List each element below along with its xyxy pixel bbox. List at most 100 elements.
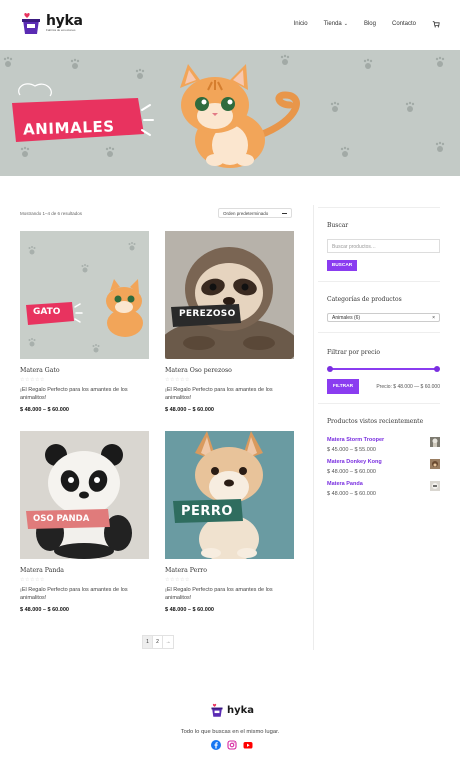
site-logo[interactable]: hyka Fabrica de emociones <box>20 10 83 36</box>
product-image[interactable]: PERRO <box>165 431 294 559</box>
price-filter-title: Filtrar por precio <box>327 349 381 356</box>
price-slider-max-handle[interactable] <box>434 366 440 372</box>
sidebar-separator <box>318 332 440 333</box>
product-image[interactable]: GATO <box>20 231 149 359</box>
recent-product-price: $ 48.000 – $ 60.000 <box>327 491 376 497</box>
search-widget-title: Buscar <box>327 222 349 229</box>
product-card-perro: PERRO Matera Perro ☆☆☆☆☆ ¡El Regalo Perf… <box>165 431 295 613</box>
logo-icon <box>22 12 40 34</box>
recent-product-name[interactable]: Matera Storm Trooper <box>327 437 440 443</box>
recent-product-item[interactable]: Matera Storm Trooper $ 45.000 – $ 55.000 <box>327 437 440 459</box>
page-2[interactable]: 2 <box>153 636 163 648</box>
panda-illustration <box>26 444 132 559</box>
footer-logo[interactable]: hyka <box>210 702 254 718</box>
sidebar-separator <box>318 207 440 208</box>
product-description: ¡El Regalo Perfecto para los amantes de … <box>20 587 128 602</box>
product-image[interactable]: PEREZOSO <box>165 231 294 359</box>
categories-widget: Categorías de productos Animales (6) × <box>327 296 440 322</box>
star-rating: ☆☆☆☆☆ <box>165 377 190 383</box>
clear-icon[interactable]: × <box>432 315 435 321</box>
recent-product-name[interactable]: Matera Donkey Kong <box>327 459 440 465</box>
recent-product-thumbnail[interactable] <box>430 459 440 469</box>
product-price: $ 48.000 – $ 60.000 <box>165 606 214 613</box>
recent-products-widget: Productos vistos recientemente Matera St… <box>327 418 440 503</box>
sidebar-separator <box>318 403 440 404</box>
results-count: Mostrando 1–4 de 6 resultados <box>20 211 83 216</box>
price-slider[interactable] <box>327 366 440 372</box>
search-widget: Buscar Buscar productos… BUSCAR <box>327 222 440 271</box>
product-image-label: PEREZOSO <box>179 309 236 319</box>
recent-product-thumbnail[interactable] <box>430 481 440 491</box>
product-price: $ 48.000 – $ 60.000 <box>20 406 69 413</box>
logo-icon <box>211 703 223 717</box>
brand-tagline: Fabrica de emociones <box>46 28 76 32</box>
product-description: ¡El Regalo Perfecto para los amantes de … <box>20 387 128 402</box>
cat-illustration <box>26 242 143 353</box>
nav-item-inicio[interactable]: Inicio <box>294 21 308 27</box>
star-rating: ☆☆☆☆☆ <box>20 577 45 583</box>
product-image-label: OSO PANDA <box>33 514 90 524</box>
nav-item-tienda[interactable]: Tienda ⌄ <box>324 21 348 27</box>
product-image-label: PERRO <box>181 504 233 519</box>
star-rating: ☆☆☆☆☆ <box>20 377 45 383</box>
dropdown-icon <box>282 212 287 214</box>
product-image-label: GATO <box>33 307 61 317</box>
product-description: ¡El Regalo Perfecto para los amantes de … <box>165 387 273 402</box>
product-title[interactable]: Matera Oso perezoso <box>165 367 295 374</box>
instagram-icon[interactable] <box>227 740 237 750</box>
product-price: $ 48.000 – $ 60.000 <box>20 606 69 613</box>
filter-button[interactable]: FILTRAR <box>327 379 359 394</box>
nav-item-contacto[interactable]: Contacto <box>392 21 416 27</box>
recent-product-thumbnail[interactable] <box>430 437 440 447</box>
star-rating: ☆☆☆☆☆ <box>165 577 190 583</box>
product-image[interactable]: OSO PANDA <box>20 431 149 559</box>
price-filter-widget: Filtrar por precio FILTRAR Precio: $ 48.… <box>327 349 440 394</box>
product-card-panda: OSO PANDA Matera Panda ☆☆☆☆☆ ¡El Regalo … <box>20 431 150 613</box>
sidebar-separator <box>318 281 440 282</box>
footer-social-links <box>211 740 253 750</box>
brand-name: hyka <box>46 13 83 29</box>
category-banner: ANIMALES <box>0 50 460 176</box>
recent-product-item[interactable]: Matera Panda $ 48.000 – $ 60.000 <box>327 481 440 503</box>
ordering-label: Orden predeterminado <box>223 210 269 216</box>
sidebar-divider <box>313 205 314 650</box>
site-header: hyka Fabrica de emociones Inicio Tienda ⌄… <box>0 0 460 50</box>
search-input[interactable]: Buscar productos… <box>327 239 440 253</box>
pagination: 1 2 → <box>142 635 174 649</box>
recent-product-item[interactable]: Matera Donkey Kong $ 48.000 – $ 60.000 <box>327 459 440 481</box>
swirl-decoration <box>18 83 52 97</box>
recent-product-price: $ 48.000 – $ 60.000 <box>327 469 376 475</box>
product-card-perezoso: PEREZOSO Matera Oso perezoso ☆☆☆☆☆ ¡El R… <box>165 231 295 413</box>
product-price: $ 48.000 – $ 60.000 <box>165 406 214 413</box>
search-button[interactable]: BUSCAR <box>327 260 357 271</box>
next-page-arrow-icon[interactable]: → <box>163 636 173 648</box>
price-slider-min-handle[interactable] <box>327 366 333 372</box>
price-range-label: Precio: $ 48.000 — $ 60.000 <box>376 383 440 390</box>
facebook-icon[interactable] <box>211 740 221 750</box>
recent-products-title: Productos vistos recientemente <box>327 418 424 425</box>
product-title[interactable]: Matera Gato <box>20 367 150 374</box>
cart-icon[interactable] <box>432 20 440 28</box>
footer-brand-name: hyka <box>227 704 255 716</box>
nav-item-tienda-label: Tienda <box>323 21 342 27</box>
sloth-illustration <box>165 247 294 359</box>
product-description: ¡El Regalo Perfecto para los amantes de … <box>165 587 273 602</box>
product-title[interactable]: Matera Perro <box>165 567 295 574</box>
banner-title: ANIMALES <box>22 117 115 139</box>
recent-product-name[interactable]: Matera Panda <box>327 481 440 487</box>
cat-illustration <box>180 64 300 168</box>
price-slider-track <box>329 368 438 370</box>
main-nav: Inicio Tienda ⌄ Blog Contacto <box>294 20 440 28</box>
dog-illustration <box>165 431 294 559</box>
footer-tagline: Todo lo que buscas en el mismo lugar. <box>180 729 280 735</box>
categories-widget-title: Categorías de productos <box>327 296 402 303</box>
ordering-select[interactable]: Orden predeterminado <box>218 208 292 218</box>
recent-product-price: $ 45.000 – $ 55.000 <box>327 447 376 453</box>
category-select-value: Animales (6) <box>332 314 361 321</box>
youtube-icon[interactable] <box>243 740 253 750</box>
chevron-down-icon: ⌄ <box>343 21 348 27</box>
product-title[interactable]: Matera Panda <box>20 567 150 574</box>
nav-item-blog[interactable]: Blog <box>364 21 376 27</box>
category-select[interactable]: Animales (6) × <box>327 313 440 322</box>
page-1[interactable]: 1 <box>143 636 153 648</box>
